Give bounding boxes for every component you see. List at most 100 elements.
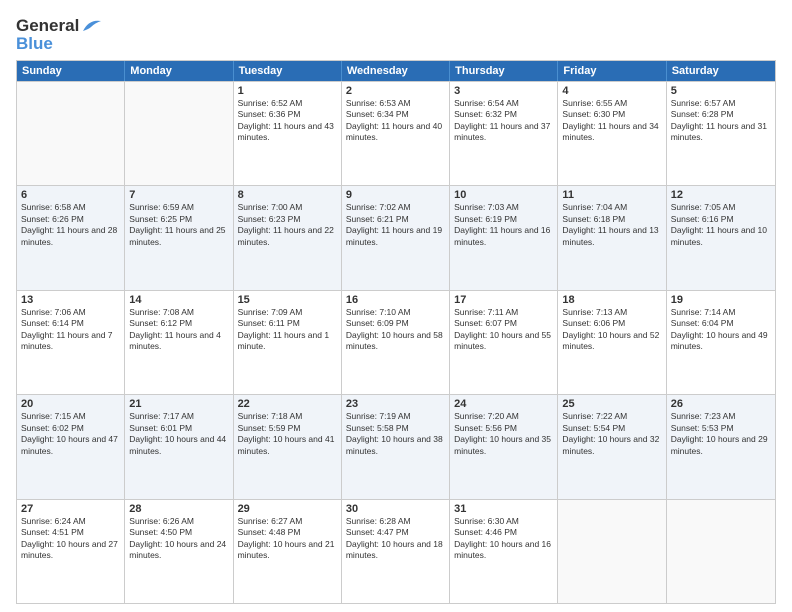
day-number: 11	[562, 189, 661, 201]
cell-info: Sunrise: 7:13 AMSunset: 6:06 PMDaylight:…	[562, 307, 661, 353]
header-day-monday: Monday	[125, 61, 233, 81]
cell-info: Sunrise: 7:17 AMSunset: 6:01 PMDaylight:…	[129, 411, 228, 457]
calendar-cell: 6Sunrise: 6:58 AMSunset: 6:26 PMDaylight…	[17, 186, 125, 289]
calendar-cell: 3Sunrise: 6:54 AMSunset: 6:32 PMDaylight…	[450, 82, 558, 185]
day-number: 3	[454, 85, 553, 97]
header-day-thursday: Thursday	[450, 61, 558, 81]
logo-blue: Blue	[16, 34, 53, 54]
calendar-cell: 28Sunrise: 6:26 AMSunset: 4:50 PMDayligh…	[125, 500, 233, 603]
day-number: 1	[238, 85, 337, 97]
day-number: 19	[671, 294, 771, 306]
cell-info: Sunrise: 7:00 AMSunset: 6:23 PMDaylight:…	[238, 202, 337, 248]
day-number: 24	[454, 398, 553, 410]
cell-info: Sunrise: 7:14 AMSunset: 6:04 PMDaylight:…	[671, 307, 771, 353]
day-number: 30	[346, 503, 445, 515]
calendar-cell: 10Sunrise: 7:03 AMSunset: 6:19 PMDayligh…	[450, 186, 558, 289]
calendar-cell: 24Sunrise: 7:20 AMSunset: 5:56 PMDayligh…	[450, 395, 558, 498]
cell-info: Sunrise: 7:18 AMSunset: 5:59 PMDaylight:…	[238, 411, 337, 457]
calendar-cell: 4Sunrise: 6:55 AMSunset: 6:30 PMDaylight…	[558, 82, 666, 185]
calendar-cell: 8Sunrise: 7:00 AMSunset: 6:23 PMDaylight…	[234, 186, 342, 289]
day-number: 26	[671, 398, 771, 410]
day-number: 28	[129, 503, 228, 515]
day-number: 10	[454, 189, 553, 201]
calendar-cell: 17Sunrise: 7:11 AMSunset: 6:07 PMDayligh…	[450, 291, 558, 394]
day-number: 9	[346, 189, 445, 201]
calendar-cell: 27Sunrise: 6:24 AMSunset: 4:51 PMDayligh…	[17, 500, 125, 603]
calendar-cell: 11Sunrise: 7:04 AMSunset: 6:18 PMDayligh…	[558, 186, 666, 289]
logo-wing-icon	[81, 17, 103, 33]
day-number: 14	[129, 294, 228, 306]
calendar-cell: 30Sunrise: 6:28 AMSunset: 4:47 PMDayligh…	[342, 500, 450, 603]
day-number: 27	[21, 503, 120, 515]
cell-info: Sunrise: 6:59 AMSunset: 6:25 PMDaylight:…	[129, 202, 228, 248]
calendar-cell	[667, 500, 775, 603]
calendar-row-1: 1Sunrise: 6:52 AMSunset: 6:36 PMDaylight…	[17, 81, 775, 185]
calendar-cell: 21Sunrise: 7:17 AMSunset: 6:01 PMDayligh…	[125, 395, 233, 498]
cell-info: Sunrise: 7:11 AMSunset: 6:07 PMDaylight:…	[454, 307, 553, 353]
cell-info: Sunrise: 6:52 AMSunset: 6:36 PMDaylight:…	[238, 98, 337, 144]
day-number: 16	[346, 294, 445, 306]
day-number: 12	[671, 189, 771, 201]
day-number: 8	[238, 189, 337, 201]
cell-info: Sunrise: 6:26 AMSunset: 4:50 PMDaylight:…	[129, 516, 228, 562]
header-day-friday: Friday	[558, 61, 666, 81]
calendar-cell: 14Sunrise: 7:08 AMSunset: 6:12 PMDayligh…	[125, 291, 233, 394]
cell-info: Sunrise: 7:02 AMSunset: 6:21 PMDaylight:…	[346, 202, 445, 248]
day-number: 31	[454, 503, 553, 515]
calendar-body: 1Sunrise: 6:52 AMSunset: 6:36 PMDaylight…	[17, 81, 775, 603]
cell-info: Sunrise: 7:15 AMSunset: 6:02 PMDaylight:…	[21, 411, 120, 457]
calendar-cell: 2Sunrise: 6:53 AMSunset: 6:34 PMDaylight…	[342, 82, 450, 185]
cell-info: Sunrise: 6:54 AMSunset: 6:32 PMDaylight:…	[454, 98, 553, 144]
calendar-cell: 29Sunrise: 6:27 AMSunset: 4:48 PMDayligh…	[234, 500, 342, 603]
cell-info: Sunrise: 7:03 AMSunset: 6:19 PMDaylight:…	[454, 202, 553, 248]
day-number: 21	[129, 398, 228, 410]
calendar-row-3: 13Sunrise: 7:06 AMSunset: 6:14 PMDayligh…	[17, 290, 775, 394]
calendar-cell: 31Sunrise: 6:30 AMSunset: 4:46 PMDayligh…	[450, 500, 558, 603]
cell-info: Sunrise: 6:57 AMSunset: 6:28 PMDaylight:…	[671, 98, 771, 144]
logo-general: General	[16, 16, 79, 36]
cell-info: Sunrise: 7:20 AMSunset: 5:56 PMDaylight:…	[454, 411, 553, 457]
cell-info: Sunrise: 6:58 AMSunset: 6:26 PMDaylight:…	[21, 202, 120, 248]
calendar-cell	[558, 500, 666, 603]
calendar-cell: 18Sunrise: 7:13 AMSunset: 6:06 PMDayligh…	[558, 291, 666, 394]
cell-info: Sunrise: 6:28 AMSunset: 4:47 PMDaylight:…	[346, 516, 445, 562]
logo: General Blue	[16, 16, 103, 54]
day-number: 22	[238, 398, 337, 410]
header-day-sunday: Sunday	[17, 61, 125, 81]
header-day-tuesday: Tuesday	[234, 61, 342, 81]
day-number: 13	[21, 294, 120, 306]
calendar-cell: 16Sunrise: 7:10 AMSunset: 6:09 PMDayligh…	[342, 291, 450, 394]
cell-info: Sunrise: 7:23 AMSunset: 5:53 PMDaylight:…	[671, 411, 771, 457]
cell-info: Sunrise: 7:06 AMSunset: 6:14 PMDaylight:…	[21, 307, 120, 353]
calendar-cell: 12Sunrise: 7:05 AMSunset: 6:16 PMDayligh…	[667, 186, 775, 289]
day-number: 4	[562, 85, 661, 97]
calendar-cell: 9Sunrise: 7:02 AMSunset: 6:21 PMDaylight…	[342, 186, 450, 289]
calendar-row-2: 6Sunrise: 6:58 AMSunset: 6:26 PMDaylight…	[17, 185, 775, 289]
calendar-cell	[125, 82, 233, 185]
calendar-cell: 26Sunrise: 7:23 AMSunset: 5:53 PMDayligh…	[667, 395, 775, 498]
cell-info: Sunrise: 7:22 AMSunset: 5:54 PMDaylight:…	[562, 411, 661, 457]
cell-info: Sunrise: 7:05 AMSunset: 6:16 PMDaylight:…	[671, 202, 771, 248]
calendar-cell: 20Sunrise: 7:15 AMSunset: 6:02 PMDayligh…	[17, 395, 125, 498]
day-number: 20	[21, 398, 120, 410]
day-number: 2	[346, 85, 445, 97]
cell-info: Sunrise: 6:55 AMSunset: 6:30 PMDaylight:…	[562, 98, 661, 144]
day-number: 7	[129, 189, 228, 201]
day-number: 17	[454, 294, 553, 306]
cell-info: Sunrise: 6:53 AMSunset: 6:34 PMDaylight:…	[346, 98, 445, 144]
cell-info: Sunrise: 7:10 AMSunset: 6:09 PMDaylight:…	[346, 307, 445, 353]
cell-info: Sunrise: 6:27 AMSunset: 4:48 PMDaylight:…	[238, 516, 337, 562]
day-number: 6	[21, 189, 120, 201]
day-number: 5	[671, 85, 771, 97]
day-number: 18	[562, 294, 661, 306]
calendar-cell: 23Sunrise: 7:19 AMSunset: 5:58 PMDayligh…	[342, 395, 450, 498]
day-number: 29	[238, 503, 337, 515]
cell-info: Sunrise: 6:30 AMSunset: 4:46 PMDaylight:…	[454, 516, 553, 562]
header-day-saturday: Saturday	[667, 61, 775, 81]
calendar-header: SundayMondayTuesdayWednesdayThursdayFrid…	[17, 61, 775, 81]
cell-info: Sunrise: 7:09 AMSunset: 6:11 PMDaylight:…	[238, 307, 337, 353]
cell-info: Sunrise: 6:24 AMSunset: 4:51 PMDaylight:…	[21, 516, 120, 562]
calendar-cell: 7Sunrise: 6:59 AMSunset: 6:25 PMDaylight…	[125, 186, 233, 289]
calendar-row-4: 20Sunrise: 7:15 AMSunset: 6:02 PMDayligh…	[17, 394, 775, 498]
calendar-cell: 5Sunrise: 6:57 AMSunset: 6:28 PMDaylight…	[667, 82, 775, 185]
